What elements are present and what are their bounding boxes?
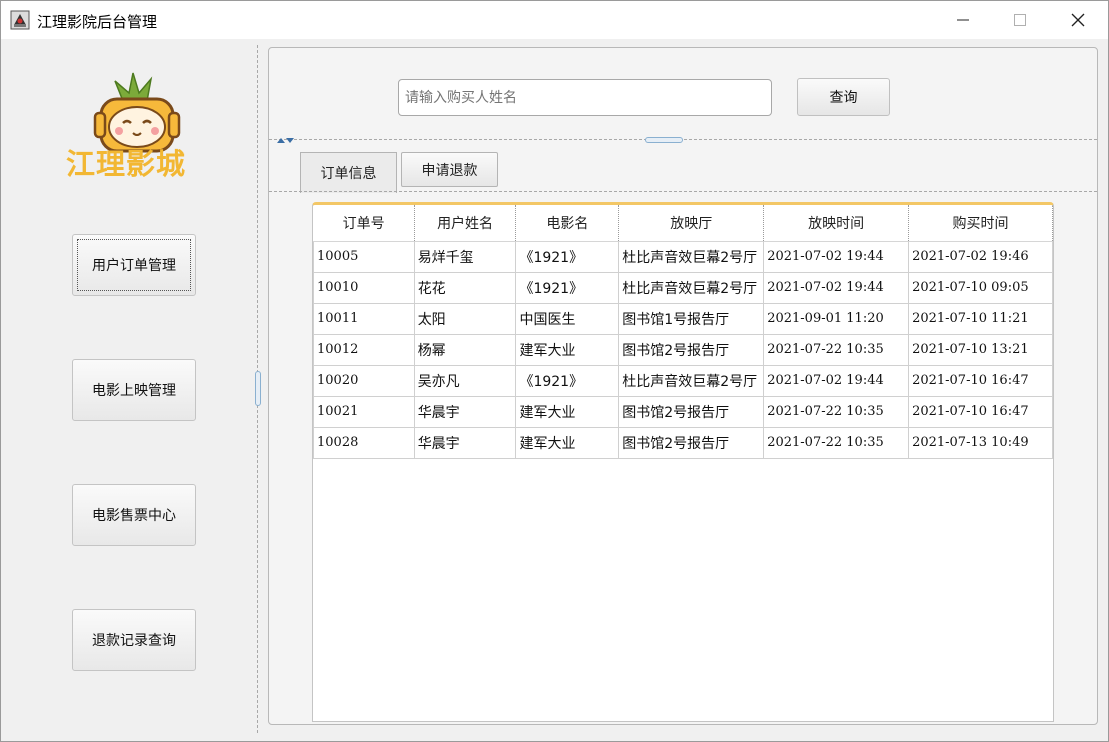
column-header[interactable]: 订单号 <box>313 205 415 242</box>
table-row[interactable]: 10010 花花 《1921》 杜比声音效巨幕2号厅 2021-07-02 19… <box>313 271 1053 304</box>
purchase-time-cell[interactable]: 2021-07-10 13:21 <box>908 333 1053 366</box>
order-id-cell[interactable]: 10020 <box>313 364 415 397</box>
purchase-time-cell[interactable]: 2021-07-10 16:47 <box>908 364 1053 397</box>
order-id-cell[interactable]: 10005 <box>313 240 415 273</box>
order-id-cell[interactable]: 10028 <box>313 426 415 459</box>
hall-cell[interactable]: 杜比声音效巨幕2号厅 <box>618 240 765 273</box>
app-window: 江理影院后台管理 江理影城 用户订单管理 电影上映管理 电影售票中心 退款记录查… <box>0 0 1109 742</box>
close-icon <box>1071 13 1085 27</box>
column-header[interactable]: 电影名 <box>515 205 620 242</box>
user-name-cell[interactable]: 吴亦凡 <box>413 364 517 397</box>
vertical-splitter-handle[interactable] <box>255 371 261 406</box>
window-title: 江理影院后台管理 <box>37 13 158 31</box>
show-time-cell[interactable]: 2021-07-02 19:44 <box>763 240 910 273</box>
title-bar[interactable]: 江理影院后台管理 <box>1 1 1108 39</box>
hall-cell[interactable]: 图书馆2号报告厅 <box>618 333 765 366</box>
show-time-cell[interactable]: 2021-07-02 19:44 <box>763 271 910 304</box>
user-name-cell[interactable]: 太阳 <box>413 302 517 335</box>
table-row[interactable]: 10028 华晨宇 建军大业 图书馆2号报告厅 2021-07-22 10:35… <box>313 426 1053 459</box>
orders-table: 订单号 用户姓名 电影名 放映厅 放映时间 购买时间 10005 易烊千玺 《1… <box>312 202 1054 722</box>
movie-name-cell[interactable]: 建军大业 <box>515 426 620 459</box>
user-name-cell[interactable]: 华晨宇 <box>413 426 517 459</box>
main-panel: 查询 订单信息 申请退款 订单号 用户姓名 电影名 放映厅 <box>268 47 1098 725</box>
purchase-time-cell[interactable]: 2021-07-13 10:49 <box>908 426 1053 459</box>
column-header[interactable]: 购买时间 <box>908 205 1053 242</box>
tab-refund-request[interactable]: 申请退款 <box>401 152 498 187</box>
nav-refund-records-button[interactable]: 退款记录查询 <box>72 609 196 671</box>
maximize-icon <box>1014 14 1026 26</box>
show-time-cell[interactable]: 2021-07-22 10:35 <box>763 395 910 428</box>
nav-ticket-center-label: 电影售票中心 <box>92 508 176 524</box>
purchase-time-cell[interactable]: 2021-07-10 11:21 <box>908 302 1053 335</box>
table-row[interactable]: 10005 易烊千玺 《1921》 杜比声音效巨幕2号厅 2021-07-02 … <box>313 240 1053 273</box>
nav-user-orders-button[interactable]: 用户订单管理 <box>72 234 196 296</box>
user-name-cell[interactable]: 华晨宇 <box>413 395 517 428</box>
movie-name-cell[interactable]: 中国医生 <box>515 302 620 335</box>
app-icon <box>10 10 30 30</box>
nav-movie-schedule-label: 电影上映管理 <box>92 383 176 399</box>
table-row[interactable]: 10020 吴亦凡 《1921》 杜比声音效巨幕2号厅 2021-07-02 1… <box>313 364 1053 397</box>
tab-divider <box>269 191 1097 192</box>
horizontal-splitter[interactable] <box>269 139 1097 140</box>
close-button[interactable] <box>1055 1 1101 39</box>
movie-name-cell[interactable]: 建军大业 <box>515 333 620 366</box>
hall-cell[interactable]: 杜比声音效巨幕2号厅 <box>618 364 765 397</box>
nav-ticket-center-button[interactable]: 电影售票中心 <box>72 484 196 546</box>
movie-name-cell[interactable]: 《1921》 <box>515 240 620 273</box>
minimize-icon <box>957 19 969 21</box>
nav-refund-records-label: 退款记录查询 <box>92 633 176 649</box>
nav-movie-schedule-button[interactable]: 电影上映管理 <box>72 359 196 421</box>
table-row[interactable]: 10011 太阳 中国医生 图书馆1号报告厅 2021-09-01 11:20 … <box>313 302 1053 335</box>
buyer-name-search-input[interactable] <box>398 79 772 116</box>
logo-text: 江理影城 <box>66 147 187 181</box>
hall-cell[interactable]: 图书馆1号报告厅 <box>618 302 765 335</box>
column-header[interactable]: 放映厅 <box>618 205 765 242</box>
splitter-arrows-icon[interactable] <box>276 136 296 144</box>
movie-name-cell[interactable]: 建军大业 <box>515 395 620 428</box>
order-id-cell[interactable]: 10011 <box>313 302 415 335</box>
table-row[interactable]: 10021 华晨宇 建军大业 图书馆2号报告厅 2021-07-22 10:35… <box>313 395 1053 428</box>
purchase-time-cell[interactable]: 2021-07-02 19:46 <box>908 240 1053 273</box>
table-header-row: 订单号 用户姓名 电影名 放映厅 放映时间 购买时间 <box>313 205 1053 242</box>
user-name-cell[interactable]: 花花 <box>413 271 517 304</box>
show-time-cell[interactable]: 2021-07-02 19:44 <box>763 364 910 397</box>
orders-table-grid: 订单号 用户姓名 电影名 放映厅 放映时间 购买时间 10005 易烊千玺 《1… <box>313 205 1053 459</box>
order-id-cell[interactable]: 10021 <box>313 395 415 428</box>
hall-cell[interactable]: 杜比声音效巨幕2号厅 <box>618 271 765 304</box>
hall-cell[interactable]: 图书馆2号报告厅 <box>618 395 765 428</box>
search-button[interactable]: 查询 <box>797 78 890 116</box>
purchase-time-cell[interactable]: 2021-07-10 09:05 <box>908 271 1053 304</box>
table-row[interactable]: 10012 杨幂 建军大业 图书馆2号报告厅 2021-07-22 10:35 … <box>313 333 1053 366</box>
column-header[interactable]: 用户姓名 <box>414 205 517 242</box>
horizontal-splitter-handle[interactable] <box>645 137 683 143</box>
focus-ring <box>77 239 191 291</box>
hall-cell[interactable]: 图书馆2号报告厅 <box>618 426 765 459</box>
column-header[interactable]: 放映时间 <box>763 205 910 242</box>
purchase-time-cell[interactable]: 2021-07-10 16:47 <box>908 395 1053 428</box>
minimize-button[interactable] <box>940 1 986 39</box>
show-time-cell[interactable]: 2021-07-22 10:35 <box>763 333 910 366</box>
show-time-cell[interactable]: 2021-09-01 11:20 <box>763 302 910 335</box>
user-name-cell[interactable]: 杨幂 <box>413 333 517 366</box>
order-id-cell[interactable]: 10010 <box>313 271 415 304</box>
user-name-cell[interactable]: 易烊千玺 <box>413 240 517 273</box>
maximize-button[interactable] <box>997 1 1043 39</box>
order-id-cell[interactable]: 10012 <box>313 333 415 366</box>
show-time-cell[interactable]: 2021-07-22 10:35 <box>763 426 910 459</box>
movie-name-cell[interactable]: 《1921》 <box>515 364 620 397</box>
movie-name-cell[interactable]: 《1921》 <box>515 271 620 304</box>
tab-order-info[interactable]: 订单信息 <box>300 152 397 193</box>
sidebar: 江理影城 用户订单管理 电影上映管理 电影售票中心 退款记录查询 <box>9 43 255 733</box>
